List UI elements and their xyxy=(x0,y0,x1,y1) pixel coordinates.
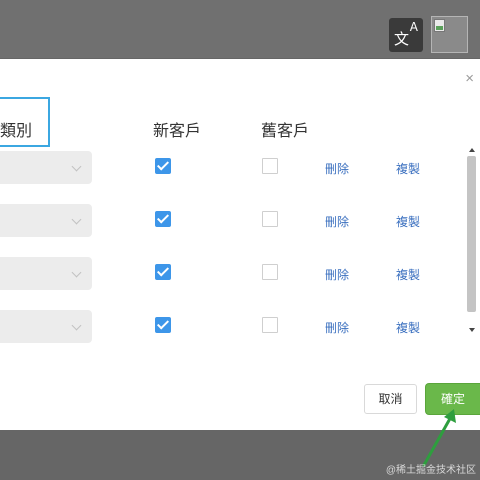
table-row: 刪除 複製 xyxy=(0,310,480,346)
copy-link[interactable]: 複製 xyxy=(396,213,420,230)
delete-link[interactable]: 刪除 xyxy=(325,213,349,230)
watermark: @稀土掘金技术社区 xyxy=(385,465,476,476)
new-customer-column-header: 新客戶 xyxy=(153,123,202,140)
chevron-down-icon xyxy=(71,267,82,278)
new-customer-checkbox[interactable] xyxy=(155,264,171,280)
old-customer-checkbox[interactable] xyxy=(262,211,278,227)
scroll-down-icon[interactable] xyxy=(469,328,475,332)
copy-link[interactable]: 複製 xyxy=(396,319,420,336)
delete-link[interactable]: 刪除 xyxy=(325,266,349,283)
new-customer-checkbox[interactable] xyxy=(155,211,171,227)
scroll-thumb[interactable] xyxy=(467,156,476,312)
vertical-scrollbar[interactable] xyxy=(465,142,478,338)
table-row: 刪除 複製 xyxy=(0,204,480,240)
scroll-up-icon[interactable] xyxy=(469,148,475,152)
type-column-header: 類別 xyxy=(0,123,33,140)
old-customer-checkbox[interactable] xyxy=(262,264,278,280)
translate-icon-letter: A xyxy=(409,20,418,34)
old-customer-column-header: 舊客戶 xyxy=(261,123,310,140)
broken-image-icon xyxy=(431,16,468,53)
type-select[interactable] xyxy=(0,310,92,343)
new-customer-checkbox[interactable] xyxy=(155,317,171,333)
table-row: 刪除 複製 xyxy=(0,151,480,187)
copy-link[interactable]: 複製 xyxy=(396,266,420,283)
close-icon[interactable]: × xyxy=(465,71,474,86)
type-select[interactable] xyxy=(0,151,92,184)
old-customer-checkbox[interactable] xyxy=(262,317,278,333)
old-customer-checkbox[interactable] xyxy=(262,158,278,174)
translate-icon-char: 文 xyxy=(394,30,410,48)
top-toolbar: A 文 xyxy=(0,0,480,58)
type-select[interactable] xyxy=(0,257,92,290)
chevron-down-icon xyxy=(71,161,82,172)
delete-link[interactable]: 刪除 xyxy=(325,160,349,177)
chevron-down-icon xyxy=(71,320,82,331)
chevron-down-icon xyxy=(71,214,82,225)
copy-link[interactable]: 複製 xyxy=(396,160,420,177)
new-customer-checkbox[interactable] xyxy=(155,158,171,174)
dialog: × 類別 新客戶 舊客戶 刪除 複製 刪除 複製 刪除 複製 刪除 複製 xyxy=(0,59,480,430)
type-select[interactable] xyxy=(0,204,92,237)
delete-link[interactable]: 刪除 xyxy=(325,319,349,336)
table-row: 刪除 複製 xyxy=(0,257,480,293)
translate-button[interactable]: A 文 xyxy=(389,18,423,52)
